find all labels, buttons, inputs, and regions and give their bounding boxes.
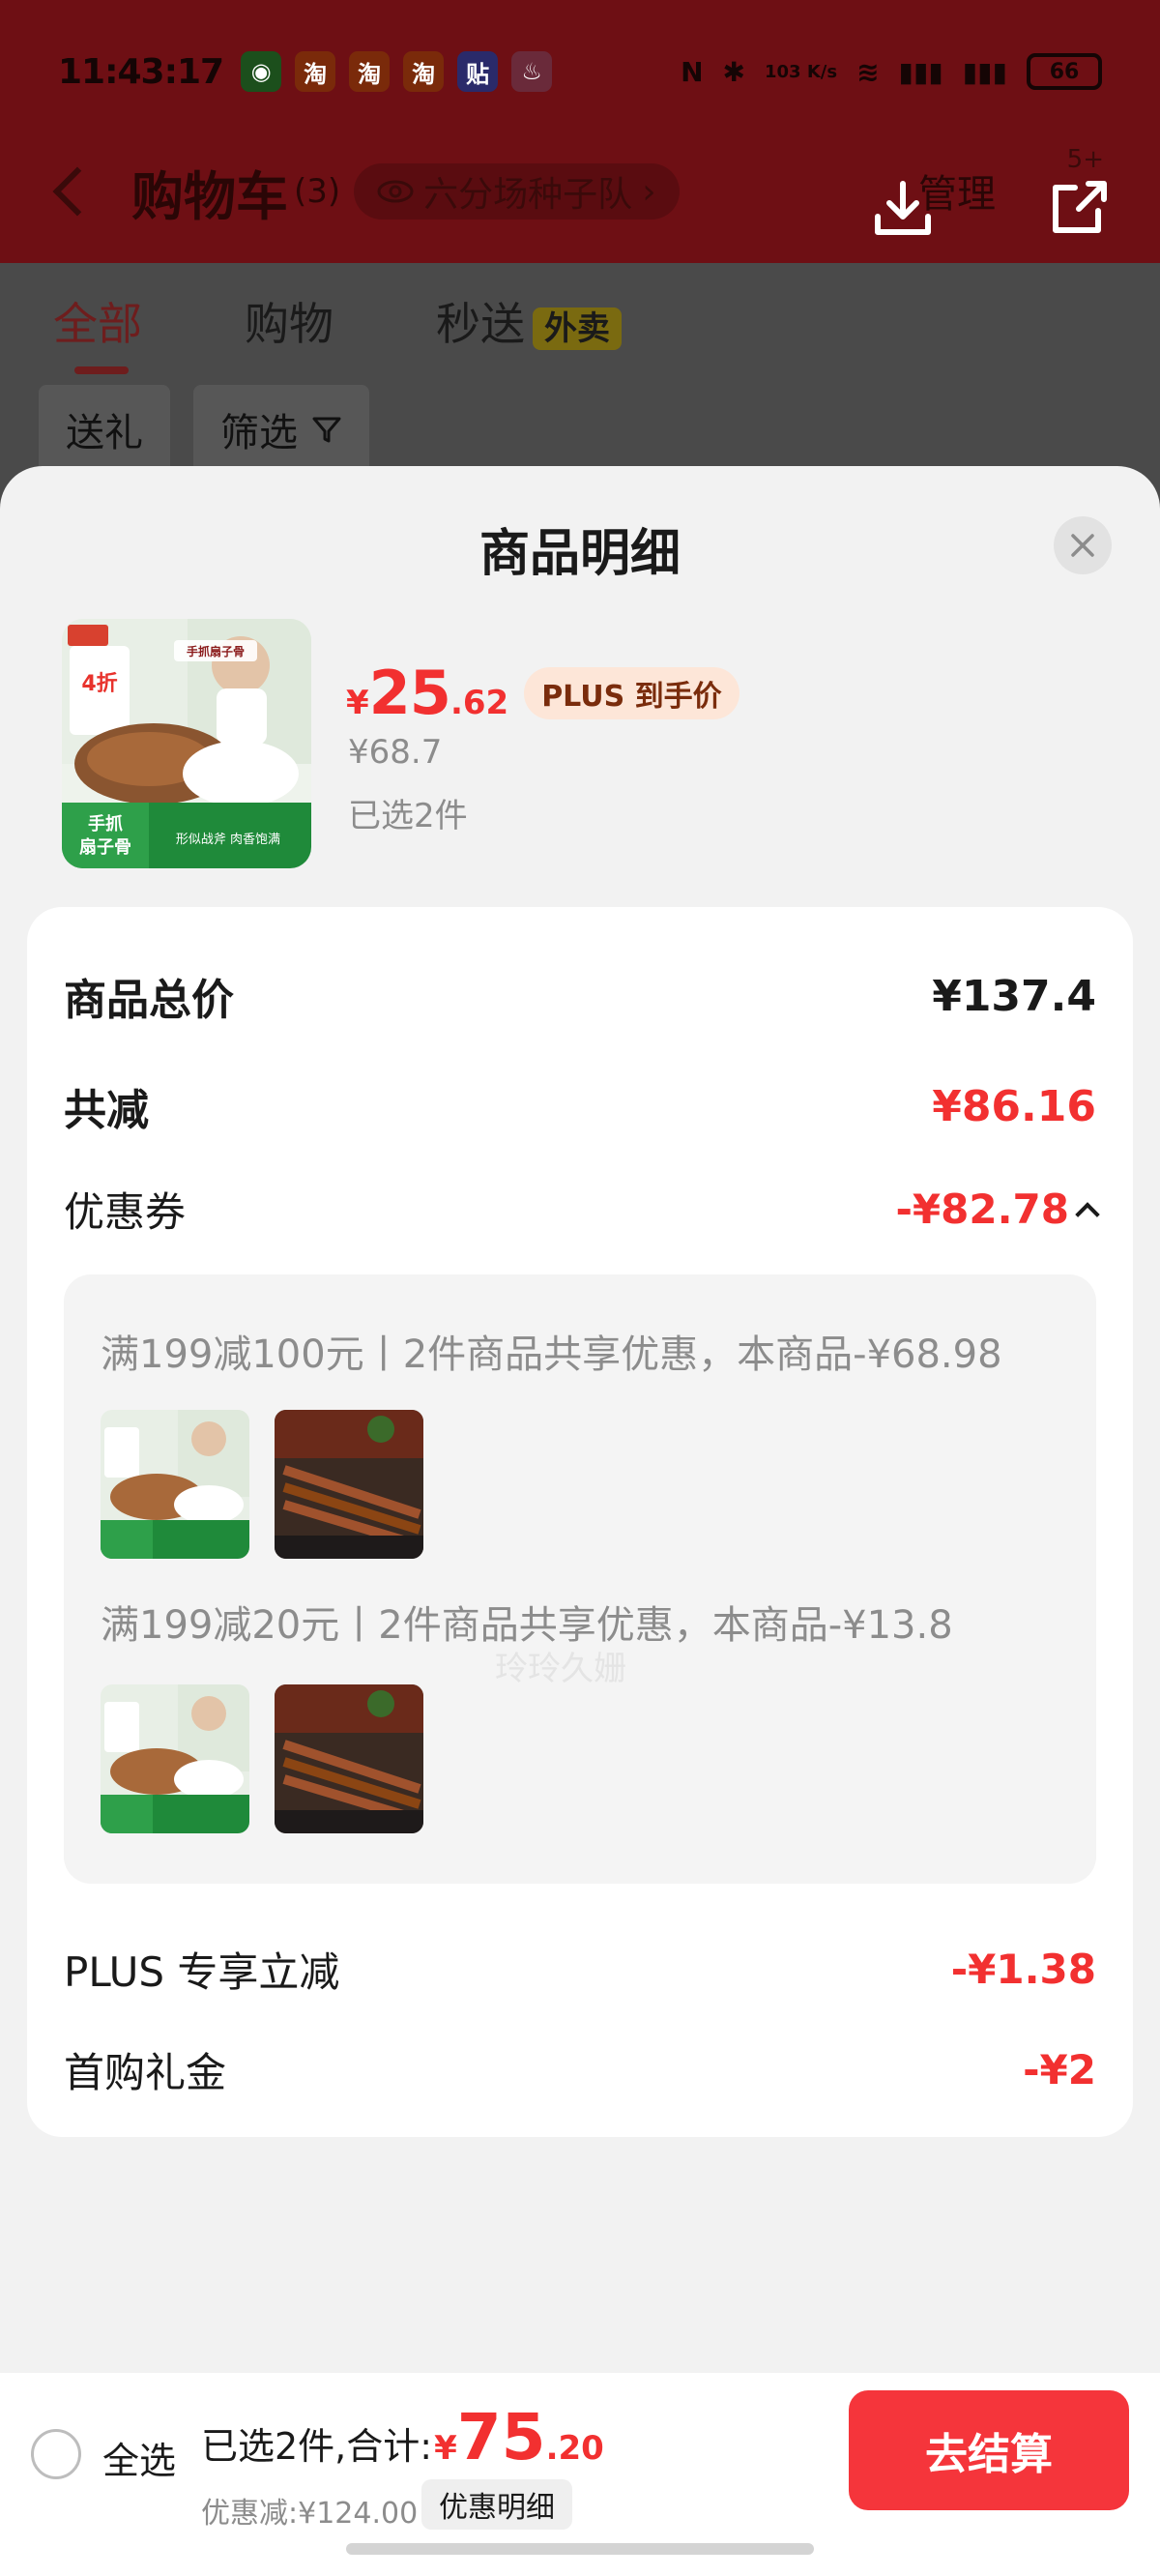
coupon-product-thumb [275,1684,423,1833]
reduce-value: ¥86.16 [932,1081,1096,1131]
taobao-app-icon: 淘 [295,51,336,92]
plus-discount-row: PLUS 专享立减 -¥1.38 [64,1940,1096,1999]
coupon-product-thumb [101,1684,249,1833]
total-integer: 75 [456,2400,546,2474]
status-bar: 11:43:17 ◉ 淘 淘 淘 贴 ♨ N ✱ 103 K/s ≋ ▮▮▮ ▮… [0,39,1160,104]
coupon-value-wrap: -¥82.78 [895,1186,1100,1233]
svg-text:扇子骨: 扇子骨 [79,836,131,858]
status-time: 11:43:17 [58,51,224,92]
back-arrow-icon[interactable] [52,166,102,217]
tab-instant-label: 秒送 [436,298,525,350]
eye-icon [377,180,414,203]
network-speed: 103 K/s [764,61,838,82]
filter-button[interactable]: 筛选 [193,385,369,474]
tieba-app-icon: 贴 [457,51,499,92]
reduce-row: 共减 ¥86.16 [64,1075,1096,1137]
plus-discount-value: -¥1.38 [950,1946,1096,1993]
checkout-button[interactable]: 去结算 [849,2390,1129,2510]
filter-row: 送礼 筛选 [39,385,369,474]
signal-icon: ▮▮▮ [898,55,943,88]
message-badge: 5+ [1066,145,1104,174]
first-purchase-label: 首购礼金 [64,2049,227,2096]
image-slogan: 形似战斧 肉香饱满 [176,833,280,847]
ribs-product-thumb [101,1684,249,1833]
svg-text:4折: 4折 [81,672,117,696]
product-price: ¥ 25 .62 PLUS 到手价 [346,658,740,728]
team-pill[interactable]: 六分场种子队 › [354,163,680,220]
coupon-detail-box: 满199减100元丨2件商品共享优惠，本商品-¥68.98 满199减20元丨2… [64,1274,1096,1884]
discount-amount: 优惠减:¥124.00 [201,2497,419,2531]
total-prefix: 已选2件,合计: [201,2425,433,2468]
first-purchase-row: 首购礼金 -¥2 [64,2040,1096,2099]
battery-icon: 66 [1027,53,1102,90]
tab-instant[interactable]: 秒送 外卖 [436,289,622,353]
selected-count: 已选2件 [348,797,468,835]
total-price-label: 商品总价 [64,976,234,1025]
chevron-right-icon: › [642,171,656,212]
ribs-product-thumb [101,1410,249,1559]
skewer-product-thumb [275,1410,423,1559]
select-all-label[interactable]: 全选 [102,2431,176,2484]
coupon-description: 满199减100元丨2件商品共享优惠，本商品-¥68.98 [101,1332,1002,1377]
close-icon [1071,534,1094,557]
total-price-value: ¥137.4 [932,971,1096,1021]
total-symbol: ¥ [434,2429,457,2468]
download-icon[interactable] [868,174,938,244]
skewer-product-thumb [275,1684,423,1833]
chevron-up-icon[interactable] [1075,1201,1100,1227]
coupon-value: -¥82.78 [895,1186,1069,1233]
bluetooth-icon: ✱ [722,55,745,88]
wifi-icon: ≋ [856,55,880,88]
product-image: 手抓扇子骨 4折 手抓 扇子骨 形似战斧 肉香饱满 [62,619,311,868]
status-app-icons: ◉ 淘 淘 淘 贴 ♨ [241,51,553,92]
image-brand-text: 手抓扇子骨 [187,644,245,659]
coupon-product-thumb [101,1410,249,1559]
price-symbol: ¥ [346,684,369,722]
page-title: 购物车 [131,165,288,227]
funnel-icon [312,417,341,443]
checkout-bar: 全选 已选2件,合计: ¥ 75 .20 优惠减:¥124.00 优惠明细 去结… [0,2373,1160,2576]
sheet-title: 商品明细 [478,525,681,583]
cart-count: (3) [294,172,341,211]
plus-price-tag: PLUS 到手价 [524,666,740,719]
close-button[interactable] [1054,516,1112,574]
reduce-label: 共减 [64,1086,149,1135]
price-summary-card: 商品总价 ¥137.4 共减 ¥86.16 优惠券 -¥82.78 满199减1… [27,907,1133,2137]
filter-label: 筛选 [220,411,298,455]
team-name: 六分场种子队 [423,175,633,215]
share-icon[interactable] [1044,172,1114,242]
red-app-icon: ♨ [511,51,553,92]
coupon-row[interactable]: 优惠券 -¥82.78 [64,1180,1100,1239]
svg-text:手抓: 手抓 [88,813,123,834]
product-image-art: 手抓扇子骨 4折 手抓 扇子骨 形似战斧 肉香饱满 [62,619,311,868]
tab-shop[interactable]: 购物 [245,289,334,353]
taobao-app-icon: 淘 [349,51,391,92]
takeout-badge: 外卖 [533,307,622,350]
plus-discount-label: PLUS 专享立减 [64,1948,340,1996]
product-detail-sheet: 商品明细 手抓扇子骨 4折 手抓 扇子骨 形似战斧 肉香饱满 ¥ 25 .62 … [0,466,1160,2576]
coupon-label: 优惠券 [64,1188,187,1236]
price-decimal: .62 [450,684,509,722]
signal-icon: ▮▮▮ [962,55,1007,88]
cart-nav-bar: 购物车 (3) 六分场种子队 › 管理 5+ [0,145,1160,238]
total-price-row: 商品总价 ¥137.4 [64,965,1096,1027]
gift-filter[interactable]: 送礼 [39,385,170,474]
status-indicators: N ✱ 103 K/s ≋ ▮▮▮ ▮▮▮ 66 [681,53,1102,90]
total-summary: 已选2件,合计: ¥ 75 .20 [201,2400,604,2474]
watermark: 玲玲久姗 [495,1650,626,1688]
home-indicator[interactable] [346,2543,814,2555]
first-purchase-value: -¥2 [1023,2046,1096,2093]
discount-detail-button[interactable]: 优惠明细 [421,2479,572,2530]
total-decimal: .20 [545,2429,604,2468]
cart-tabs: 全部 购物 秒送 外卖 [0,263,1160,379]
nfc-icon: N [681,55,704,88]
coupon-product-thumb [275,1410,423,1559]
original-price: ¥68.7 [348,733,443,772]
eye-app-icon: ◉ [241,51,282,92]
price-integer: 25 [368,658,451,728]
taobao-app-icon: 淘 [403,51,445,92]
tab-all[interactable]: 全部 [53,289,142,374]
select-all-radio[interactable] [31,2429,81,2479]
